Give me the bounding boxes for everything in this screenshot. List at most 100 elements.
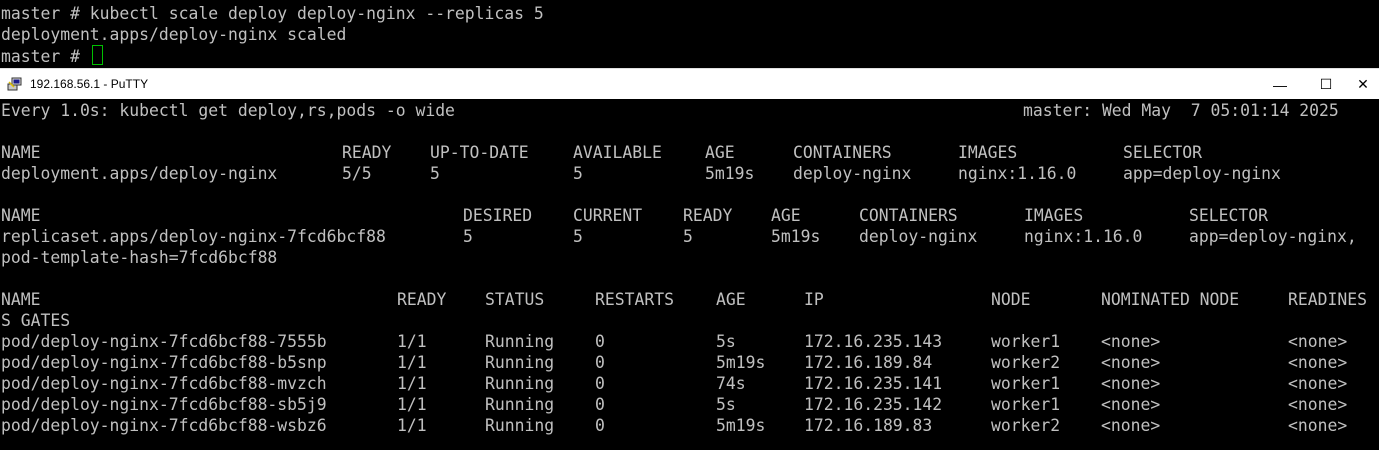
pod-row-cell: <none> <box>1288 374 1348 393</box>
pod-row-cell: <none> <box>1101 395 1161 414</box>
rs-header-cell: READY <box>683 206 733 225</box>
background-terminal[interactable]: master # kubectl scale deploy deploy-ngi… <box>0 0 1379 68</box>
pod-row-cell: 5s <box>716 332 736 351</box>
deploy-header-cell: READY <box>342 143 392 162</box>
pod-row-cell: 0 <box>595 395 605 414</box>
pod-header-cell: IP <box>804 290 824 309</box>
minimize-icon: — <box>1273 76 1287 93</box>
deploy-row-cell: 5 <box>573 164 583 183</box>
pod-header-cell: READY <box>397 290 447 309</box>
pod-row-cell: 74s <box>716 374 746 393</box>
deploy-header-cell: CONTAINERS <box>793 143 892 162</box>
pod-row-cell: 1/1 <box>397 374 427 393</box>
rs-row-cell: replicaset.apps/deploy-nginx-7fcd6bcf88 <box>1 227 386 246</box>
pod-row-cell: 172.16.235.141 <box>804 374 943 393</box>
pod-row-cell: 172.16.235.142 <box>804 395 943 414</box>
pod-row-cell: Running <box>485 395 555 414</box>
deploy-row-cell: nginx:1.16.0 <box>958 164 1077 183</box>
rs-header-cell: DESIRED <box>463 206 533 225</box>
pod-row-cell: pod/deploy-nginx-7fcd6bcf88-7555b <box>1 332 327 351</box>
rs-header-cell: AGE <box>771 206 801 225</box>
deploy-header-cell: AVAILABLE <box>573 143 662 162</box>
pod-header-cell: READINES <box>1288 290 1367 309</box>
pod-row-cell: 5s <box>716 395 736 414</box>
pod-header-cell: NOMINATED NODE <box>1101 290 1240 309</box>
putty-terminal[interactable]: Every 1.0s: kubectl get deploy,rs,pods -… <box>0 99 1379 450</box>
deploy-row-cell: app=deploy-nginx <box>1123 164 1281 183</box>
deploy-row-cell: deployment.apps/deploy-nginx <box>1 164 278 183</box>
pod-row-cell: <none> <box>1288 332 1348 351</box>
pod-row-cell: pod/deploy-nginx-7fcd6bcf88-wsbz6 <box>1 416 327 435</box>
pod-row-cell: Running <box>485 353 555 372</box>
pod-row-cell: worker2 <box>991 416 1061 435</box>
pod-row-cell: 1/1 <box>397 395 427 414</box>
pod-row-cell: worker1 <box>991 374 1061 393</box>
rs-header-cell: NAME <box>1 206 41 225</box>
putty-title-bar[interactable]: 192.168.56.1 - PuTTY — ☐ ✕ <box>0 68 1379 100</box>
rs-header-cell: IMAGES <box>1024 206 1084 225</box>
pod-row-cell: 1/1 <box>397 353 427 372</box>
scale-result-line: deployment.apps/deploy-nginx scaled <box>1 25 347 44</box>
rs-header-cell: CONTAINERS <box>859 206 958 225</box>
pod-row-cell: worker2 <box>991 353 1061 372</box>
pod-row-cell: 172.16.235.143 <box>804 332 943 351</box>
deploy-header-cell: SELECTOR <box>1123 143 1202 162</box>
pod-row-cell: pod/deploy-nginx-7fcd6bcf88-b5snp <box>1 353 327 372</box>
pod-row-cell: 5m19s <box>716 353 766 372</box>
watch-host-time: master: Wed May 7 05:01:14 2025 <box>1023 101 1339 120</box>
rs-row-cell: app=deploy-nginx, <box>1189 227 1357 246</box>
pod-header-cell: NODE <box>991 290 1031 309</box>
pod-row-cell: 0 <box>595 416 605 435</box>
watch-command: Every 1.0s: kubectl get deploy,rs,pods -… <box>1 101 455 120</box>
deploy-header-cell: UP-TO-DATE <box>430 143 529 162</box>
pod-header-cell: AGE <box>716 290 746 309</box>
pod-row-cell: 5m19s <box>716 416 766 435</box>
pod-header-cell: RESTARTS <box>595 290 674 309</box>
maximize-button[interactable]: ☐ <box>1303 69 1349 100</box>
pod-row-cell: <none> <box>1101 332 1161 351</box>
pod-row-cell: worker1 <box>991 332 1061 351</box>
rs-row-cell: 5 <box>463 227 473 246</box>
close-icon: ✕ <box>1357 76 1369 92</box>
minimize-button[interactable]: — <box>1257 69 1303 100</box>
pod-row-cell: Running <box>485 332 555 351</box>
window-title: 192.168.56.1 - PuTTY <box>30 77 149 91</box>
deploy-header-cell: AGE <box>705 143 735 162</box>
pod-header-cell: NAME <box>1 290 41 309</box>
pod-row-cell: 0 <box>595 353 605 372</box>
deploy-row-cell: deploy-nginx <box>793 164 912 183</box>
scale-command-line: master # kubectl scale deploy deploy-ngi… <box>1 4 544 23</box>
deploy-header-cell: NAME <box>1 143 41 162</box>
pod-row-cell: 1/1 <box>397 416 427 435</box>
maximize-icon: ☐ <box>1319 76 1333 92</box>
shell-prompt: master # <box>1 47 90 66</box>
pod-row-cell: <none> <box>1101 374 1161 393</box>
pod-row-cell: 1/1 <box>397 332 427 351</box>
rs-header-cell: SELECTOR <box>1189 206 1268 225</box>
deploy-row-cell: 5 <box>430 164 440 183</box>
deploy-row-cell: 5m19s <box>705 164 755 183</box>
rs-row-cell: 5m19s <box>771 227 821 246</box>
text-cursor <box>91 45 103 65</box>
pod-row-cell: Running <box>485 374 555 393</box>
rs-header-cell: CURRENT <box>573 206 643 225</box>
pod-row-cell: <none> <box>1101 416 1161 435</box>
rs-row-cell: 5 <box>573 227 583 246</box>
pod-row-cell: <none> <box>1288 395 1348 414</box>
pod-header-wrap: S GATES <box>1 311 71 330</box>
pod-row-cell: 172.16.189.84 <box>804 353 933 372</box>
pod-row-cell: 0 <box>595 332 605 351</box>
pod-row-cell: <none> <box>1101 353 1161 372</box>
shell-prompt-line: master # <box>1 45 103 66</box>
pod-row-cell: pod/deploy-nginx-7fcd6bcf88-sb5j9 <box>1 395 327 414</box>
deploy-header-cell: IMAGES <box>958 143 1018 162</box>
pod-header-cell: STATUS <box>485 290 545 309</box>
pod-row-cell: <none> <box>1288 353 1348 372</box>
close-button[interactable]: ✕ <box>1347 69 1379 100</box>
rs-wrapped-selector: pod-template-hash=7fcd6bcf88 <box>1 248 278 267</box>
rs-row-cell: nginx:1.16.0 <box>1024 227 1143 246</box>
pod-row-cell: pod/deploy-nginx-7fcd6bcf88-mvzch <box>1 374 327 393</box>
pod-row-cell: worker1 <box>991 395 1061 414</box>
rs-row-cell: deploy-nginx <box>859 227 978 246</box>
deploy-row-cell: 5/5 <box>342 164 372 183</box>
